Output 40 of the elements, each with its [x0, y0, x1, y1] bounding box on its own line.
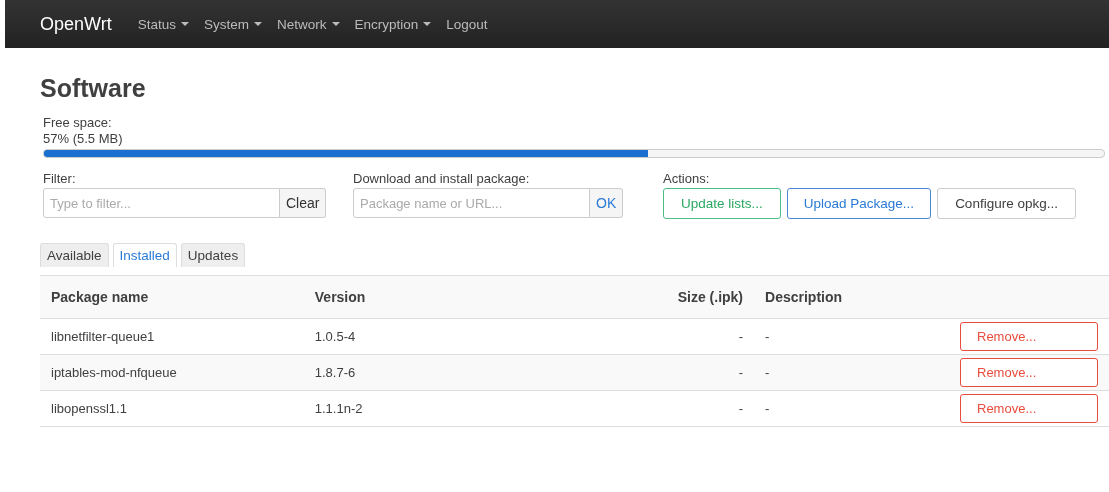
menu-item[interactable]: System [204, 16, 262, 32]
table-cell: - [738, 365, 744, 380]
install-label: Download and install package: [353, 171, 531, 187]
table-cell: iptables-mod-nfqueue [51, 365, 177, 380]
ok-button[interactable]: OK [590, 188, 624, 218]
filter-field[interactable]: Type to filter... [43, 188, 280, 218]
action-button[interactable]: Upload Package... [786, 188, 932, 219]
table-cell: 1.1.1n-2 [314, 401, 363, 416]
brand-link[interactable]: OpenWrt [40, 13, 112, 35]
tab[interactable]: Installed [112, 243, 177, 267]
tab[interactable]: Available [40, 243, 109, 267]
table-cell: - [738, 401, 744, 416]
table-cell: libopenssl1.1 [51, 401, 127, 416]
install-field[interactable]: Package name or URL... [353, 188, 590, 218]
tab[interactable]: Updates [180, 243, 246, 267]
free-space-label: Free space: [43, 115, 113, 131]
menu-item[interactable]: Status [137, 16, 189, 32]
table-cell: 1.8.7-6 [314, 365, 356, 380]
menu-item[interactable]: Network [277, 16, 340, 32]
filter-label: Filter: [43, 171, 77, 187]
menu-item[interactable]: Logout [446, 16, 488, 32]
remove-button[interactable]: Remove... [960, 394, 1098, 423]
action-button[interactable]: Configure opkg... [937, 188, 1076, 219]
column-header: Size (.ipk) [645, 275, 755, 319]
page-title: Software [40, 74, 147, 103]
table-cell: - [765, 329, 770, 344]
remove-button[interactable]: Remove... [960, 358, 1098, 387]
column-header: Package name [40, 275, 304, 319]
column-header: Description [754, 275, 949, 319]
table-cell: libnetfilter-queue1 [51, 329, 155, 344]
menu-item[interactable]: Encryption [354, 16, 432, 32]
table-cell: - [765, 365, 770, 380]
table-cell: - [765, 401, 770, 416]
table-cell: 1.0.5-4 [314, 329, 356, 344]
actions-label: Actions: [663, 171, 711, 187]
column-header: Version [303, 275, 646, 319]
free-space-reading: 57% (5.5 MB) [43, 131, 124, 147]
clear-button[interactable]: Clear [280, 188, 327, 218]
remove-button[interactable]: Remove... [960, 322, 1098, 351]
table-cell: - [738, 329, 744, 344]
